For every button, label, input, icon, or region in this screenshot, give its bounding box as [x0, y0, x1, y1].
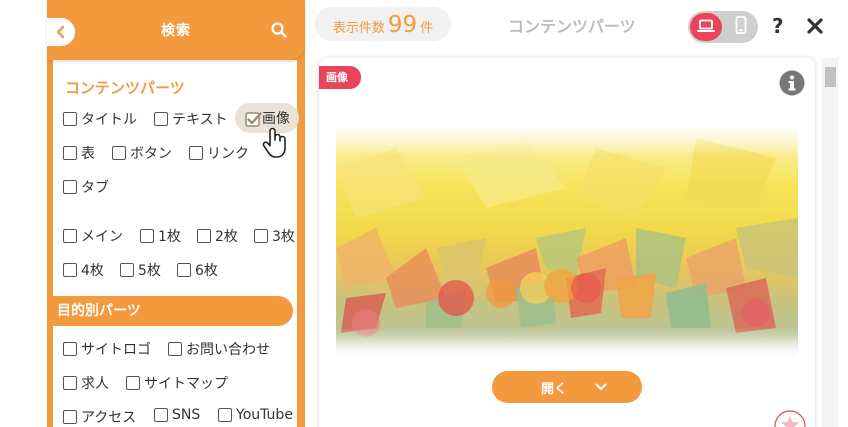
checkbox-box[interactable]: [63, 342, 77, 356]
smartphone-icon: [735, 16, 747, 38]
scrollbar-thumb[interactable]: [825, 67, 836, 87]
checkbox-label: 画像: [262, 111, 290, 127]
checkbox-label: サイトロゴ: [81, 342, 151, 358]
desktop-view-button[interactable]: [690, 13, 722, 41]
checkbox-link[interactable]: リンク: [189, 143, 249, 163]
favorite-star-icon[interactable]: [774, 410, 806, 427]
checkbox-box[interactable]: [63, 112, 77, 126]
checkbox-label: お問い合わせ: [186, 342, 270, 358]
checkbox-title[interactable]: タイトル: [63, 109, 137, 129]
section-title-content-parts: コンテンツパーツ: [65, 79, 185, 97]
search-icon[interactable]: [271, 22, 287, 42]
page-title: コンテンツパーツ: [508, 17, 636, 36]
checkbox-box[interactable]: [63, 146, 77, 160]
checkbox-box[interactable]: [254, 229, 268, 243]
checkbox-1-sheet[interactable]: 1枚: [140, 226, 181, 246]
checkbox-label: 1枚: [158, 229, 181, 245]
sidebar-title: 検索: [161, 23, 191, 39]
hand-pointer-icon: [262, 126, 290, 164]
checkbox-box[interactable]: [168, 342, 182, 356]
checkbox-box[interactable]: [63, 263, 77, 277]
checkbox-contact[interactable]: お問い合わせ: [168, 339, 270, 359]
checkbox-main[interactable]: メイン: [63, 226, 123, 246]
checkbox-3-sheet[interactable]: 3枚: [254, 226, 295, 246]
checkbox-box[interactable]: [154, 112, 168, 126]
result-count-label: 表示件数: [332, 21, 385, 36]
checkbox-label: サイトマップ: [144, 376, 228, 392]
checkbox-recruit[interactable]: 求人: [63, 373, 109, 393]
checkbox-label: 5枚: [138, 263, 161, 279]
result-count-unit: 件: [420, 21, 434, 36]
checkbox-label: 求人: [81, 376, 109, 392]
checkbox-box[interactable]: [63, 376, 77, 390]
checkbox-text[interactable]: テキスト: [154, 109, 228, 129]
checked-checkbox-icon[interactable]: [245, 111, 262, 127]
checkbox-box[interactable]: [218, 408, 232, 422]
checkbox-label: SNS: [172, 407, 201, 423]
checkbox-4-sheet[interactable]: 4枚: [63, 260, 104, 280]
checkbox-box[interactable]: [154, 408, 168, 422]
checkbox-tab[interactable]: タブ: [63, 177, 109, 197]
help-icon[interactable]: ?: [772, 14, 784, 38]
checkbox-box[interactable]: [112, 146, 126, 160]
category-badge: 画像: [319, 66, 361, 89]
checkbox-youtube[interactable]: YouTube: [218, 407, 293, 423]
checkbox-box[interactable]: [63, 180, 77, 194]
sidebar-header: 検索: [47, 0, 305, 60]
mobile-view-button[interactable]: [726, 13, 756, 41]
chevron-down-icon: [595, 380, 607, 395]
checkbox-label: 3枚: [272, 229, 295, 245]
checkbox-sitemap[interactable]: サイトマップ: [126, 373, 228, 393]
checkbox-label: リンク: [207, 146, 249, 162]
checkbox-label: YouTube: [236, 407, 293, 423]
result-count-number: 99: [387, 12, 418, 38]
checkbox-5-sheet[interactable]: 5枚: [120, 260, 161, 280]
checkbox-label: テキスト: [172, 112, 228, 128]
checkbox-label: ボタン: [130, 146, 172, 162]
checkbox-2-sheet[interactable]: 2枚: [197, 226, 238, 246]
preview-image: [336, 128, 798, 360]
scrollbar[interactable]: [822, 58, 838, 427]
checkbox-box[interactable]: [197, 229, 211, 243]
checkbox-label: メイン: [81, 229, 123, 245]
close-icon[interactable]: [806, 17, 824, 39]
checkbox-site-logo[interactable]: サイトロゴ: [63, 339, 151, 359]
checkbox-label: タブ: [81, 180, 109, 196]
checkbox-box[interactable]: [126, 376, 140, 390]
device-toggle[interactable]: [688, 11, 758, 43]
checkbox-box[interactable]: [120, 263, 134, 277]
checkbox-box[interactable]: [189, 146, 203, 160]
checkbox-box[interactable]: [140, 229, 154, 243]
section-title-purpose-parts: 目的別パーツ: [53, 296, 293, 326]
checkbox-access[interactable]: アクセス: [63, 407, 136, 427]
checkbox-label: 4枚: [81, 263, 104, 279]
checkbox-6-sheet[interactable]: 6枚: [177, 260, 218, 280]
open-button[interactable]: 開く: [492, 371, 642, 403]
checkbox-box[interactable]: [63, 410, 77, 424]
checkbox-box[interactable]: [63, 229, 77, 243]
checkbox-box[interactable]: [177, 263, 191, 277]
laptop-icon: [697, 18, 715, 37]
checkbox-label: アクセス: [81, 410, 137, 426]
result-count-pill: 表示件数 99 件: [315, 7, 451, 41]
sidebar: 検索: [47, 0, 305, 427]
checkbox-label: 表: [81, 146, 95, 162]
open-button-label: 開く: [540, 381, 567, 397]
info-icon[interactable]: [779, 70, 805, 100]
checkbox-label: 2枚: [215, 229, 238, 245]
checkbox-table[interactable]: 表: [63, 143, 95, 163]
checkbox-label: タイトル: [81, 112, 137, 128]
checkbox-button[interactable]: ボタン: [112, 143, 172, 163]
checkbox-label: 6枚: [195, 263, 218, 279]
checkbox-sns[interactable]: SNS: [154, 407, 200, 423]
